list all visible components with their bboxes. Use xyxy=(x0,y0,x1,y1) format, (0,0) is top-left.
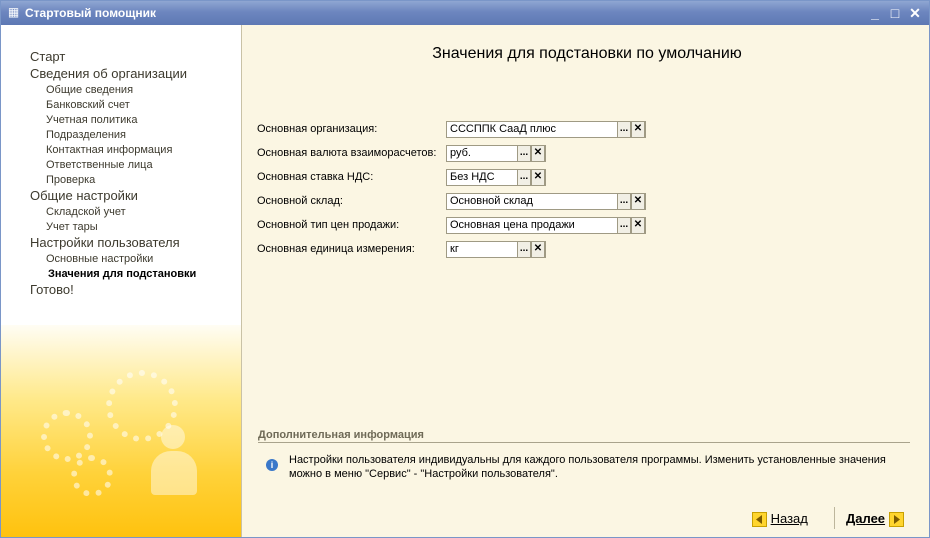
gear-icon xyxy=(71,455,113,497)
currency-select-button[interactable]: ... xyxy=(517,145,531,162)
step-user-settings[interactable]: Настройки пользователя xyxy=(30,235,180,250)
vat-rate-clear-button[interactable]: ✕ xyxy=(531,169,545,186)
info-divider xyxy=(258,442,910,443)
assistant-window: ▦ Стартовый помощник _ □ ✕ Старт Сведени… xyxy=(0,0,930,538)
vat-rate-select-button[interactable]: ... xyxy=(517,169,531,186)
page-title: Значения для подстановки по умолчанию xyxy=(432,45,742,62)
vat-rate-value: Без НДС xyxy=(450,171,495,183)
step-accounting-policy[interactable]: Учетная политика xyxy=(46,114,137,126)
close-button[interactable]: ✕ xyxy=(907,5,923,21)
price-type-label: Основной тип цен продажи: xyxy=(257,219,400,231)
warehouse-field[interactable]: Основной склад ... ✕ xyxy=(446,193,646,210)
maximize-button[interactable]: □ xyxy=(887,5,903,21)
step-departments[interactable]: Подразделения xyxy=(46,129,126,141)
warehouse-select-button[interactable]: ... xyxy=(617,193,631,210)
step-containers[interactable]: Учет тары xyxy=(46,221,98,233)
organization-field[interactable]: СССППК СааД плюс ... ✕ xyxy=(446,121,646,138)
next-label: Далее xyxy=(846,511,886,526)
minimize-button[interactable]: _ xyxy=(867,5,883,21)
organization-select-button[interactable]: ... xyxy=(617,121,631,138)
unit-label: Основная единица измерения: xyxy=(257,243,415,255)
price-type-select-button[interactable]: ... xyxy=(617,217,631,234)
vat-rate-field[interactable]: Без НДС ... ✕ xyxy=(446,169,546,186)
price-type-value: Основная цена продажи xyxy=(450,219,575,231)
gear-icon xyxy=(41,410,93,462)
step-warehouse[interactable]: Складской учет xyxy=(46,206,126,218)
currency-clear-button[interactable]: ✕ xyxy=(531,145,545,162)
warehouse-label: Основной склад: xyxy=(257,195,343,207)
currency-field[interactable]: руб. ... ✕ xyxy=(446,145,546,162)
organization-clear-button[interactable]: ✕ xyxy=(631,121,645,138)
step-done[interactable]: Готово! xyxy=(30,282,74,297)
window-title: Стартовый помощник xyxy=(25,6,156,20)
unit-field[interactable]: кг ... ✕ xyxy=(446,241,546,258)
arrow-right-icon xyxy=(888,512,904,528)
step-start[interactable]: Старт xyxy=(30,49,65,64)
price-type-field[interactable]: Основная цена продажи ... ✕ xyxy=(446,217,646,234)
main-panel: Значения для подстановки по умолчанию Ос… xyxy=(242,25,929,537)
user-figure-icon xyxy=(151,425,197,495)
step-general-info[interactable]: Общие сведения xyxy=(46,84,133,96)
step-contact-info[interactable]: Контактная информация xyxy=(46,144,172,156)
back-button[interactable]: Назад xyxy=(752,511,808,528)
currency-label: Основная валюта взаиморасчетов: xyxy=(257,147,437,159)
steps-sidebar: Старт Сведения об организации Общие свед… xyxy=(1,25,242,537)
unit-select-button[interactable]: ... xyxy=(517,241,531,258)
info-icon: i xyxy=(266,459,278,471)
title-bar[interactable]: ▦ Стартовый помощник _ □ ✕ xyxy=(1,1,929,25)
step-main-settings[interactable]: Основные настройки xyxy=(46,253,153,265)
organization-value: СССППК СааД плюс xyxy=(450,123,557,135)
warehouse-value: Основной склад xyxy=(450,195,533,207)
next-button[interactable]: Далее xyxy=(846,511,904,528)
step-general-settings[interactable]: Общие настройки xyxy=(30,188,138,203)
organization-label: Основная организация: xyxy=(257,123,378,135)
app-icon: ▦ xyxy=(7,5,20,19)
step-organization[interactable]: Сведения об организации xyxy=(30,66,187,81)
back-label: Назад xyxy=(770,511,808,526)
step-default-values[interactable]: Значения для подстановки xyxy=(48,268,196,280)
unit-clear-button[interactable]: ✕ xyxy=(531,241,545,258)
step-responsible-persons[interactable]: Ответственные лица xyxy=(46,159,153,171)
info-heading: Дополнительная информация xyxy=(258,429,424,441)
step-bank-account[interactable]: Банковский счет xyxy=(46,99,130,111)
unit-value: кг xyxy=(450,243,459,255)
price-type-clear-button[interactable]: ✕ xyxy=(631,217,645,234)
warehouse-clear-button[interactable]: ✕ xyxy=(631,193,645,210)
button-separator xyxy=(834,507,835,529)
info-text: Настройки пользователя индивидуальны для… xyxy=(289,454,886,480)
currency-value: руб. xyxy=(450,147,471,159)
arrow-left-icon xyxy=(752,512,767,528)
vat-rate-label: Основная ставка НДС: xyxy=(257,171,374,183)
step-check[interactable]: Проверка xyxy=(46,174,95,186)
